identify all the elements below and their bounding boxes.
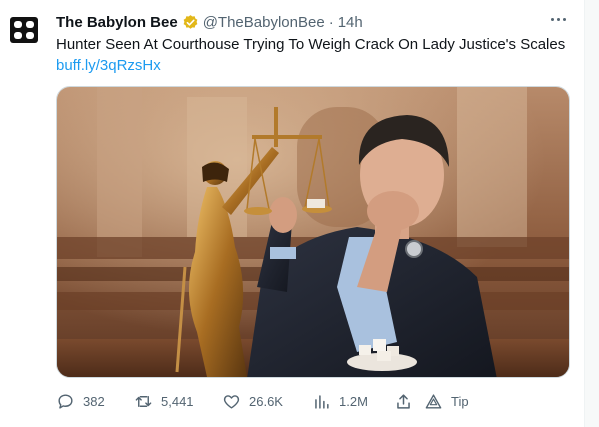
author-name[interactable]: The Babylon Bee [56, 14, 178, 31]
tweet-header: The Babylon Bee @TheBabylonBee · 14h [56, 12, 564, 32]
share-button[interactable] [394, 392, 424, 411]
like-count: 26.6K [249, 393, 283, 409]
reply-count: 382 [83, 393, 105, 409]
reply-button[interactable]: 382 [56, 392, 134, 411]
views-count: 1.2M [339, 393, 368, 409]
separator-dot: · [328, 13, 334, 31]
reply-icon [58, 393, 73, 409]
retweet-button[interactable]: 5,441 [134, 392, 222, 411]
retweet-count: 5,441 [161, 393, 194, 409]
tweet-link[interactable]: buff.ly/3qRzsHx [56, 56, 161, 76]
tweet-actions: 382 5,441 26.6K 1.2M Tip [56, 390, 556, 412]
retweet-icon [135, 395, 152, 407]
like-button[interactable]: 26.6K [222, 392, 312, 411]
more-options-icon[interactable] [545, 8, 571, 30]
heart-icon [223, 394, 240, 409]
tweet-timestamp[interactable]: 14h [338, 14, 363, 31]
tip-icon [425, 393, 442, 409]
gold-verified-badge-icon[interactable] [182, 14, 199, 31]
tweet-image[interactable] [56, 86, 570, 378]
tweet-text: Hunter Seen At Courthouse Trying To Weig… [56, 36, 566, 53]
babylon-bee-logo-icon[interactable] [7, 13, 41, 47]
author-handle[interactable]: @TheBabylonBee [203, 14, 325, 31]
views-button[interactable]: 1.2M [312, 392, 394, 411]
tip-label: Tip [451, 393, 469, 409]
share-icon [397, 393, 410, 409]
analytics-icon [315, 394, 329, 409]
tip-button[interactable]: Tip [424, 392, 484, 411]
tweet-card[interactable]: The Babylon Bee @TheBabylonBee · 14h Hun… [0, 0, 585, 427]
